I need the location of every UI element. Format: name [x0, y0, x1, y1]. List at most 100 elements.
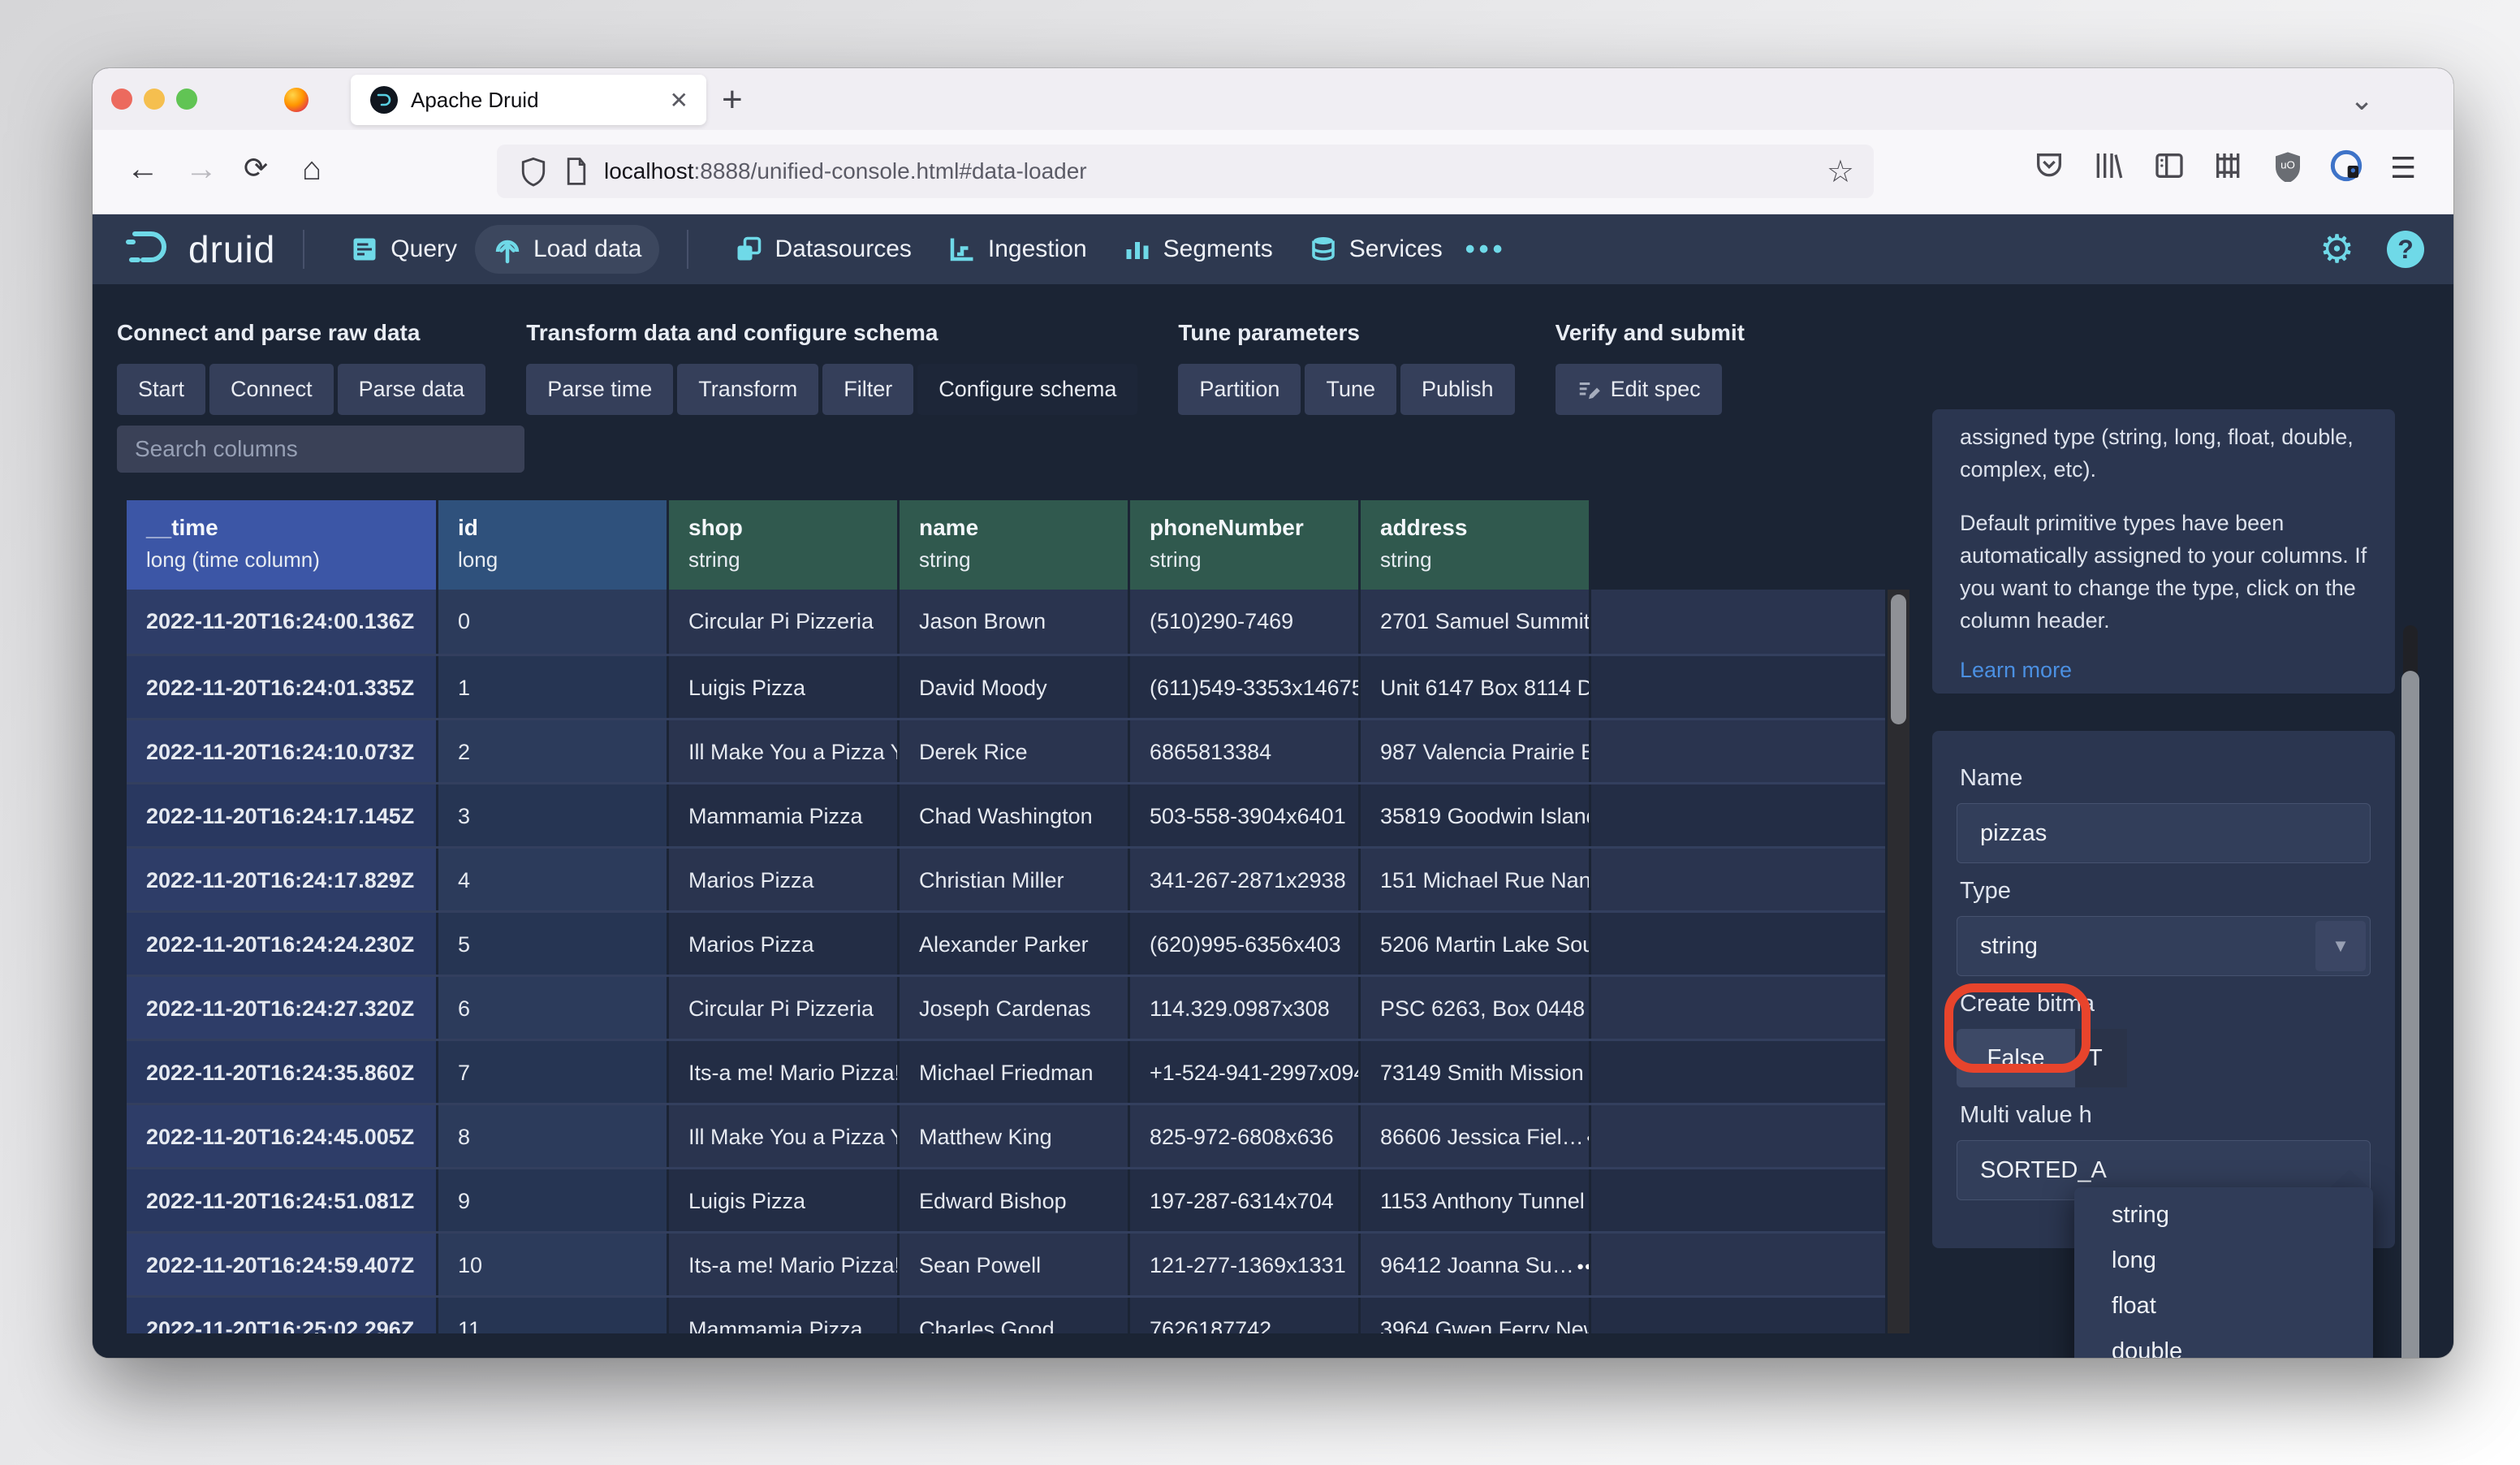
cell-name: Christian Miller	[900, 849, 1130, 910]
window-minimize-button[interactable]	[144, 89, 165, 110]
back-button[interactable]: ←	[127, 151, 159, 188]
url-bar[interactable]: localhost:8888/unified-console.html#data…	[497, 145, 1874, 198]
cell-filler	[1591, 1041, 1885, 1103]
table-row: 2022-11-20T16:24:27.320Z 6 Circular Pi P…	[127, 975, 1885, 1039]
nav-item-ingestion[interactable]: Ingestion	[930, 225, 1105, 274]
cell-name: Charles Good	[900, 1298, 1130, 1333]
browser-window: Apache Druid ✕ + ⌄ ← → ⟳ ⌂ localhost:888…	[93, 68, 2453, 1358]
cell-address: 73149 Smith Mission E•••	[1361, 1041, 1591, 1103]
multi-value-label: Multi value h	[1960, 1102, 2371, 1129]
step-button[interactable]: Connect	[209, 364, 334, 415]
bookmark-star-icon[interactable]: ☆	[1827, 153, 1854, 190]
dropdown-option[interactable]: string	[2074, 1192, 2373, 1238]
table-scrollbar-thumb[interactable]	[1891, 594, 1906, 724]
step-button[interactable]: Configure schema	[917, 364, 1137, 415]
nav-overflow-button[interactable]: •••	[1465, 234, 1507, 266]
nav-item-datasources[interactable]: Datasources	[716, 225, 929, 274]
cell-filler	[1591, 784, 1885, 846]
column-header-time[interactable]: __time long (time column)	[127, 500, 438, 590]
step-button[interactable]: Parse data	[338, 364, 486, 415]
nav-item-segments[interactable]: Segments	[1105, 225, 1291, 274]
table-scrollbar-track[interactable]	[1888, 590, 1909, 1333]
containers-icon[interactable]	[2212, 149, 2245, 182]
cell-filler	[1591, 977, 1885, 1039]
dropdown-option[interactable]: float	[2074, 1283, 2373, 1329]
cell-shop: Marios Pizza	[669, 849, 900, 910]
sidebar-toggle-icon[interactable]	[2153, 149, 2186, 182]
window-close-button[interactable]	[111, 89, 132, 110]
cell-id: 2	[438, 720, 669, 782]
help-icon[interactable]: ?	[2387, 231, 2424, 268]
browser-tab[interactable]: Apache Druid ✕	[351, 75, 706, 125]
shield-permissions-icon[interactable]	[520, 156, 547, 187]
table-row: 2022-11-20T16:24:10.073Z 2 Ill Make You …	[127, 718, 1885, 782]
step-button[interactable]: Parse time	[526, 364, 673, 415]
step-button[interactable]: Publish	[1400, 364, 1515, 415]
settings-gear-icon[interactable]: ⚙	[2319, 227, 2354, 272]
reload-button[interactable]: ⟳	[244, 151, 268, 185]
onepassword-icon[interactable]	[2330, 149, 2362, 182]
cell-name: David Moody	[900, 656, 1130, 718]
type-select[interactable]: string ▼	[1957, 916, 2371, 976]
cell-shop: Luigis Pizza	[669, 656, 900, 718]
cell-time: 2022-11-20T16:24:59.407Z	[127, 1234, 438, 1295]
panel-scrollbar-thumb[interactable]	[2401, 671, 2419, 1358]
learn-more-link[interactable]: Learn more	[1960, 658, 2072, 682]
window-zoom-button[interactable]	[176, 89, 197, 110]
svg-text:uO: uO	[2281, 158, 2295, 171]
step-button[interactable]: Filter	[822, 364, 913, 415]
nav-item-query[interactable]: Query	[332, 225, 475, 274]
cell-address: 86606 Jessica Fiel…•••	[1361, 1105, 1591, 1167]
table-row: 2022-11-20T16:24:59.407Z 10 Its-a me! Ma…	[127, 1231, 1885, 1295]
header-divider	[303, 230, 304, 269]
nav-item-load-data[interactable]: Load data	[475, 225, 659, 274]
forward-button[interactable]: →	[185, 151, 218, 188]
edit-spec-button[interactable]: Edit spec	[1556, 364, 1722, 415]
name-input[interactable]	[1957, 803, 2371, 863]
cell-name: Derek Rice	[900, 720, 1130, 782]
cell-name: Alexander Parker	[900, 913, 1130, 975]
cell-phone: +1-524-941-2997x0944	[1130, 1041, 1361, 1103]
cell-phone: 825-972-6808x636	[1130, 1105, 1361, 1167]
segments-icon	[1123, 235, 1152, 264]
step-button[interactable]: Transform	[677, 364, 818, 415]
cell-id: 7	[438, 1041, 669, 1103]
druid-brand[interactable]: druid	[125, 226, 275, 273]
pocket-icon[interactable]	[2033, 149, 2065, 182]
column-header-phone[interactable]: phoneNumber string	[1130, 500, 1361, 590]
step-button[interactable]: Partition	[1178, 364, 1301, 415]
druid-header: druid Query Load data Datasources Ingest…	[93, 214, 2453, 284]
schema-info-card: assigned type (string, long, float, doub…	[1932, 409, 2395, 694]
library-icon[interactable]	[2091, 149, 2124, 182]
header-divider-2	[687, 230, 688, 269]
cell-address: 1153 Anthony Tunnel•••	[1361, 1169, 1591, 1231]
table-row: 2022-11-20T16:24:00.136Z 0 Circular Pi P…	[127, 590, 1885, 654]
table-row: 2022-11-20T16:24:51.081Z 9 Luigis Pizza …	[127, 1167, 1885, 1231]
nav-item-services[interactable]: Services	[1291, 225, 1461, 274]
cell-shop: Circular Pi Pizzeria	[669, 590, 900, 654]
column-header-id[interactable]: id long	[438, 500, 669, 590]
info-paragraph-2: Default primitive types have been automa…	[1960, 507, 2367, 637]
column-header-address[interactable]: address string	[1361, 500, 1591, 590]
home-button[interactable]: ⌂	[302, 151, 321, 188]
menu-hamburger-icon[interactable]: ☰	[2390, 151, 2416, 185]
dropdown-option[interactable]: double	[2074, 1329, 2373, 1358]
cell-filler	[1591, 1105, 1885, 1167]
search-columns-input[interactable]	[117, 426, 524, 473]
name-label: Name	[1960, 765, 2371, 792]
cell-phone: (510)290-7469	[1130, 590, 1361, 654]
cell-phone: 341-267-2871x2938	[1130, 849, 1361, 910]
new-tab-button[interactable]: +	[722, 80, 743, 120]
cell-phone: 114.329.0987x308	[1130, 977, 1361, 1039]
cell-id: 9	[438, 1169, 669, 1231]
tab-close-icon[interactable]: ✕	[670, 87, 688, 114]
dropdown-option[interactable]: long	[2074, 1238, 2373, 1283]
page-info-icon[interactable]	[565, 158, 588, 185]
ublock-icon[interactable]: uO	[2272, 149, 2304, 182]
column-header-name[interactable]: name string	[900, 500, 1130, 590]
column-header-shop[interactable]: shop string	[669, 500, 900, 590]
tab-list-chevron-icon[interactable]: ⌄	[2350, 83, 2374, 117]
step-button[interactable]: Tune	[1305, 364, 1396, 415]
step-button[interactable]: Start	[117, 364, 205, 415]
select-caret-icon[interactable]: ▼	[2315, 921, 2366, 971]
